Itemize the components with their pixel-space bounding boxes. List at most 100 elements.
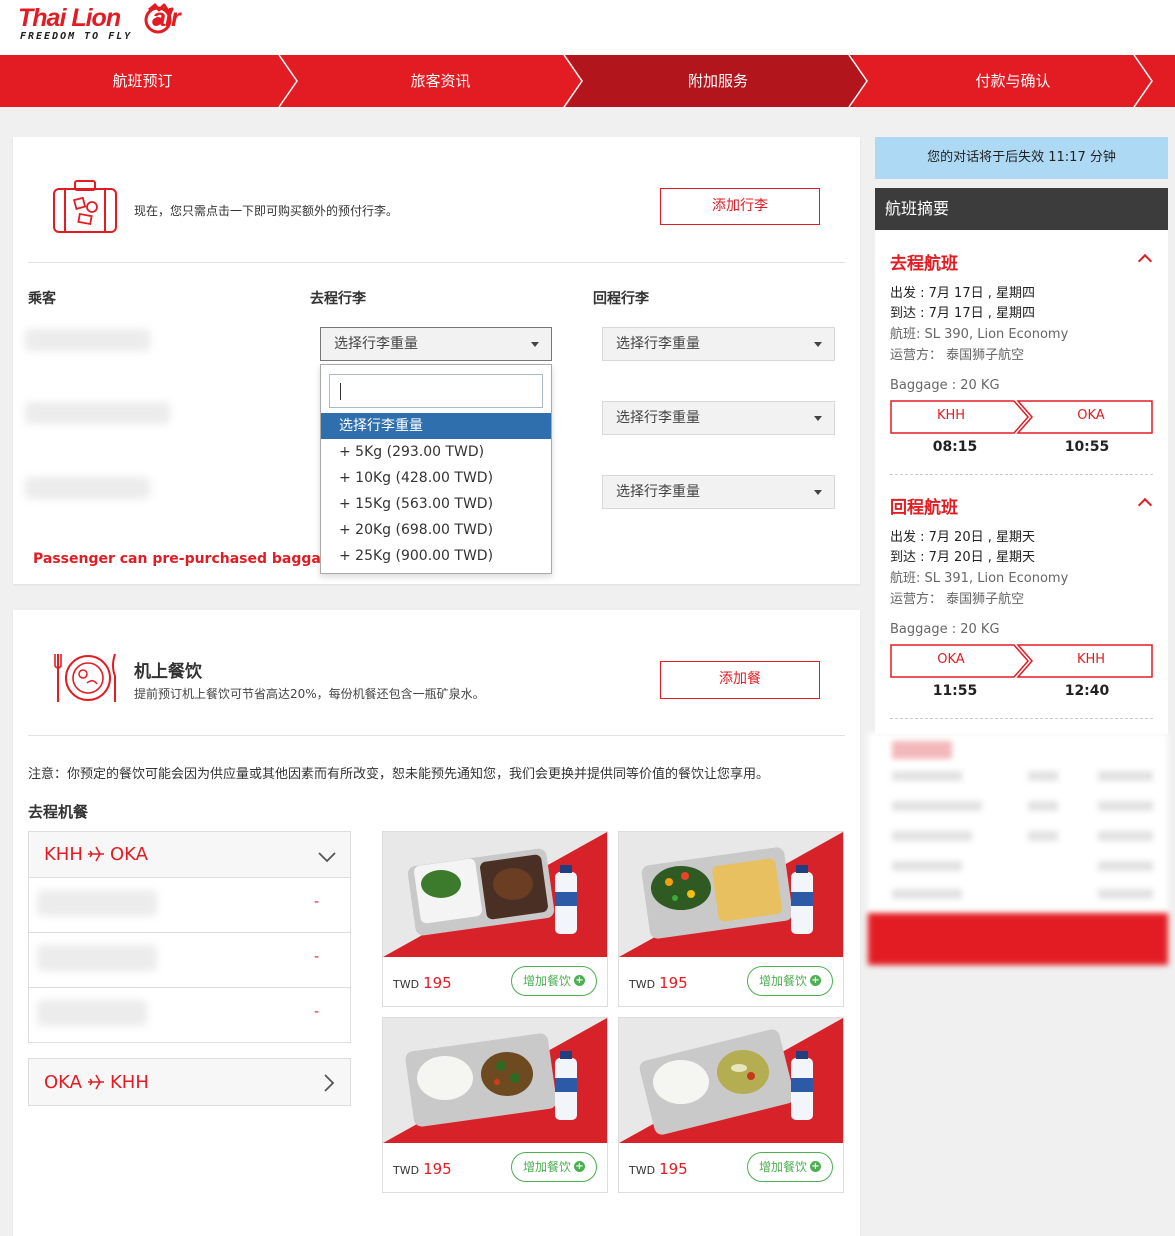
add-meal-item-button[interactable]: 增加餐饮 + xyxy=(511,1152,597,1182)
meal-icon xyxy=(54,653,116,702)
select-value: 选择行李重量 xyxy=(616,336,700,352)
arrival-time: 10:55 xyxy=(1064,439,1110,455)
return-operator: 运营方： 泰国狮子航空 xyxy=(890,592,1025,607)
outbound-meals-heading: 去程机餐 xyxy=(28,803,89,821)
passenger-name-redacted xyxy=(25,329,150,351)
route-destination: OKA xyxy=(1077,408,1105,423)
route-origin: OKA xyxy=(937,652,965,667)
route-destination: KHH xyxy=(110,1072,149,1093)
route-origin: KHH xyxy=(44,844,83,865)
passenger-name-redacted xyxy=(25,477,150,499)
passenger-name-redacted xyxy=(37,890,157,916)
return-route: OKA KHH xyxy=(890,644,1153,678)
meal-item[interactable]: TWD 195 增加餐饮 + xyxy=(382,831,608,1007)
meal-item[interactable]: TWD 195 增加餐饮 + xyxy=(618,1017,844,1193)
add-meal-label: 增加餐饮 xyxy=(523,1160,572,1174)
outbound-flight-title: 去程航班 xyxy=(890,254,958,274)
dropdown-option[interactable]: + 20Kg (698.00 TWD) xyxy=(321,517,551,543)
route-destination: KHH xyxy=(1076,652,1106,667)
route-destination: OKA xyxy=(110,844,148,865)
meal-item[interactable]: TWD 195 增加餐饮 + xyxy=(382,1017,608,1193)
return-flight-number: 航班: SL 391, Lion Economy xyxy=(890,571,1069,586)
route-accordion-return[interactable]: OKA KHH xyxy=(28,1058,351,1106)
add-meal-item-button[interactable]: 增加餐饮 + xyxy=(747,966,833,996)
plane-icon xyxy=(88,846,104,862)
arrival-time: 12:40 xyxy=(1064,683,1110,699)
baggage-weight-dropdown: 选择行李重量 + 5Kg (293.00 TWD) + 10Kg (428.00… xyxy=(320,364,552,574)
outbound-arrive: 到达 : 7月 17日 , 星期四 xyxy=(890,306,1035,321)
dropdown-option[interactable]: + 10Kg (428.00 TWD) xyxy=(321,465,551,491)
meals-title: 机上餐饮 xyxy=(134,662,202,682)
luggage-icon xyxy=(53,180,117,233)
add-meal-label: 增加餐饮 xyxy=(523,974,572,988)
caret-down-icon xyxy=(814,416,822,421)
caret-down-icon xyxy=(531,342,539,347)
currency: TWD xyxy=(393,978,420,991)
route-accordion-outbound: KHH OKA - - - xyxy=(28,831,351,1043)
route-origin: KHH xyxy=(936,408,966,423)
logo-text: Thai Lion xyxy=(18,4,121,32)
add-meal-button[interactable]: 添加餐 xyxy=(660,661,820,699)
dropdown-option[interactable]: + 15Kg (563.00 TWD) xyxy=(321,491,551,517)
price-value: 195 xyxy=(423,1160,452,1178)
dropdown-search-input[interactable] xyxy=(329,374,543,408)
passenger-name-redacted xyxy=(25,402,170,424)
outbound-route: KHH OKA xyxy=(890,400,1153,434)
departure-time: 11:55 xyxy=(932,683,978,699)
flight-summary-title: 航班摘要 xyxy=(875,188,1168,230)
add-meal-item-button[interactable]: 增加餐饮 + xyxy=(511,966,597,996)
meal-item[interactable]: TWD 195 增加餐饮 + xyxy=(618,831,844,1007)
divider xyxy=(28,262,845,263)
return-baggage-select-2[interactable]: 选择行李重量 xyxy=(602,401,835,435)
caret-down-icon xyxy=(814,342,822,347)
plus-circle-icon: + xyxy=(810,975,821,986)
lion-icon xyxy=(144,3,174,34)
dropdown-option[interactable]: + 5Kg (293.00 TWD) xyxy=(321,439,551,465)
add-meal-label: 增加餐饮 xyxy=(759,1160,808,1174)
meal-selection-empty: - xyxy=(314,949,320,965)
price-value: 195 xyxy=(423,974,452,992)
return-depart: 出发 : 7月 20日 , 星期天 xyxy=(890,530,1035,545)
divider xyxy=(890,474,1153,475)
divider xyxy=(28,735,845,736)
caret-down-icon xyxy=(814,490,822,495)
chevron-right-icon xyxy=(324,1074,335,1092)
text-cursor xyxy=(340,383,341,400)
meal-change-note: 注意：你预定的餐饮可能会因为供应量或其他因素而有所改变，恕未能预先通知您，我们会… xyxy=(28,767,770,782)
passenger-meal-row[interactable]: - xyxy=(29,988,350,1043)
passenger-meal-row[interactable]: - xyxy=(29,933,350,988)
price-value: 195 xyxy=(659,1160,688,1178)
chevron-up-icon[interactable] xyxy=(1137,253,1153,269)
baggage-intro: 现在，您只需点击一下即可购买额外的预付行李。 xyxy=(134,204,399,218)
passenger-meal-row[interactable]: - xyxy=(29,878,350,933)
return-baggage-select-1[interactable]: 选择行李重量 xyxy=(602,327,835,361)
divider xyxy=(890,718,1153,719)
meal-photo xyxy=(619,1018,843,1143)
add-meal-item-button[interactable]: 增加餐饮 + xyxy=(747,1152,833,1182)
meal-selection-empty: - xyxy=(314,894,320,910)
outbound-baggage-select-1[interactable]: 选择行李重量 xyxy=(320,327,552,361)
price-value: 195 xyxy=(659,974,688,992)
meal-photo xyxy=(619,832,843,957)
route-accordion-header[interactable]: KHH OKA xyxy=(29,832,350,878)
select-value: 选择行李重量 xyxy=(616,484,700,500)
return-baggage-select-3[interactable]: 选择行李重量 xyxy=(602,475,835,509)
select-value: 选择行李重量 xyxy=(334,336,418,352)
dropdown-option[interactable]: 选择行李重量 xyxy=(321,413,551,439)
chevron-up-icon[interactable] xyxy=(1137,497,1153,513)
outbound-baggage: Baggage : 20 KG xyxy=(890,378,1000,393)
booking-steps: 航班预订 旅客资讯 附加服务 付款与确认 xyxy=(0,55,1175,107)
dropdown-option[interactable]: + 25Kg (900.00 TWD) xyxy=(321,543,551,569)
plus-circle-icon: + xyxy=(574,975,585,986)
meal-selection-empty: - xyxy=(314,1004,320,1020)
meal-price: TWD 195 xyxy=(393,1160,452,1178)
currency: TWD xyxy=(393,1164,420,1177)
return-arrive: 到达 : 7月 20日 , 星期天 xyxy=(890,550,1035,565)
passenger-name-redacted xyxy=(37,945,157,971)
passenger-name-redacted xyxy=(37,1000,147,1026)
plus-circle-icon: + xyxy=(574,1161,585,1172)
return-baggage: Baggage : 20 KG xyxy=(890,622,1000,637)
session-timer: 您的对话将于后失效 11:17 分钟 xyxy=(875,137,1168,179)
departure-time: 08:15 xyxy=(932,439,978,455)
add-baggage-button[interactable]: 添加行李 xyxy=(660,188,820,225)
